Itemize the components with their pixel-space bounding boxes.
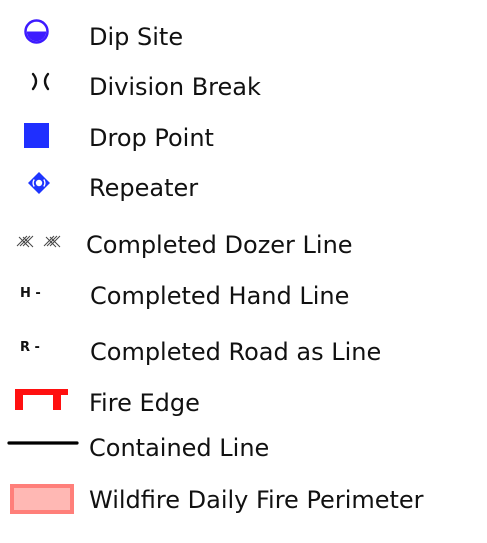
legend-item-contained-line: Contained Line [0, 428, 487, 468]
legend-item-fire-edge: Fire Edge [0, 383, 487, 423]
fire-edge-icon [0, 383, 80, 423]
legend-label: Dip Site [89, 23, 184, 51]
completed-road-as-line-icon: R - [0, 332, 80, 372]
legend-label: Drop Point [89, 124, 214, 152]
legend-item-wildfire-daily-fire-perimeter: Wildfire Daily Fire Perimeter [0, 480, 487, 520]
legend: Dip Site Division Break Drop Point Repea… [0, 0, 487, 543]
completed-hand-line-icon: H - [0, 276, 80, 316]
legend-item-completed-dozer-line: Completed Dozer Line [0, 225, 487, 265]
legend-label: Repeater [89, 174, 199, 202]
legend-label: Division Break [89, 73, 261, 101]
legend-label: Completed Road as Line [90, 338, 382, 366]
svg-text:H -: H - [20, 286, 41, 301]
svg-text:R -: R - [20, 340, 40, 355]
legend-item-completed-hand-line: H - Completed Hand Line [0, 276, 487, 316]
legend-label: Fire Edge [89, 389, 200, 417]
legend-item-repeater: Repeater [0, 168, 487, 208]
legend-label: Completed Dozer Line [86, 231, 353, 259]
legend-item-completed-road-as-line: R - Completed Road as Line [0, 332, 487, 372]
dip-site-icon [0, 17, 80, 57]
repeater-icon [0, 168, 80, 208]
legend-item-division-break: Division Break [0, 67, 487, 107]
contained-line-icon [0, 428, 80, 468]
drop-point-icon [0, 118, 80, 158]
legend-label: Contained Line [89, 434, 270, 462]
wildfire-daily-fire-perimeter-icon [0, 480, 80, 520]
legend-label: Wildfire Daily Fire Perimeter [89, 486, 424, 514]
legend-item-drop-point: Drop Point [0, 118, 487, 158]
division-break-icon [0, 67, 80, 107]
completed-dozer-line-icon [0, 225, 80, 265]
legend-label: Completed Hand Line [90, 282, 350, 310]
legend-item-dip-site: Dip Site [0, 17, 487, 57]
